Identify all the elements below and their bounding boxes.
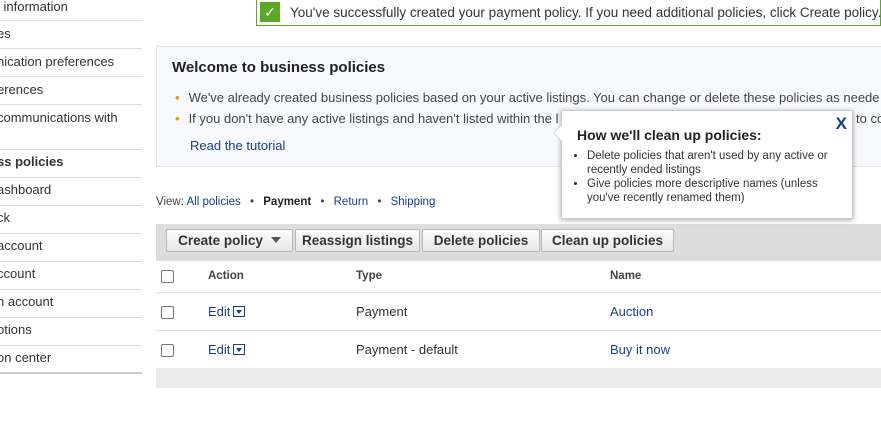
view-filter: View: All policies • Payment • Return • … xyxy=(156,196,435,208)
welcome-bullet-2-tail: to co xyxy=(856,111,881,126)
table-row: Edit Payment Auction xyxy=(156,292,881,331)
sidebar-item-dashboard[interactable]: ashboard xyxy=(0,178,142,206)
bullet-icon: • xyxy=(175,111,180,126)
close-icon[interactable]: X xyxy=(836,114,847,134)
sidebar-nav: l information es nication preferences er… xyxy=(0,0,142,374)
read-tutorial-link[interactable]: Read the tutorial xyxy=(190,138,285,153)
sidebar-item-communication-preferences[interactable]: nication preferences xyxy=(0,49,142,77)
table-header: Action Type Name xyxy=(156,261,881,293)
chevron-down-icon[interactable] xyxy=(233,344,246,355)
column-header-name: Name xyxy=(610,270,642,282)
sidebar-item-business-policies[interactable]: ss policies xyxy=(0,150,142,178)
separator: • xyxy=(320,196,325,208)
sidebar-item-communications-with[interactable]: communications with xyxy=(0,105,142,150)
separator: • xyxy=(250,196,255,208)
tooltip-list: Delete policies that aren't used by any … xyxy=(571,149,847,205)
bullet-icon: • xyxy=(175,90,180,105)
edit-action[interactable]: Edit xyxy=(208,304,246,319)
edit-action[interactable]: Edit xyxy=(208,342,246,357)
list-item: Give policies more descriptive names (un… xyxy=(587,177,847,205)
view-return-link[interactable]: Return xyxy=(334,196,369,208)
select-all-checkbox[interactable] xyxy=(161,270,174,283)
sidebar-item-account-3[interactable]: n account xyxy=(0,290,142,318)
policy-name-link[interactable]: Auction xyxy=(610,304,653,319)
view-label: View: xyxy=(156,196,184,208)
view-payment-current: Payment xyxy=(263,196,312,208)
chevron-down-icon xyxy=(270,237,281,243)
edit-link[interactable]: Edit xyxy=(208,342,230,357)
sidebar-item-feedback[interactable]: ck xyxy=(0,206,142,234)
clean-up-policies-button[interactable]: Clean up policies xyxy=(541,229,674,252)
sidebar-item-options[interactable]: otions xyxy=(0,318,142,346)
welcome-title: Welcome to business policies xyxy=(172,59,386,76)
welcome-bullet-2: • If you don't have any active listings a… xyxy=(175,111,559,126)
separator: • xyxy=(377,196,382,208)
table-row: Edit Payment - default Buy it now xyxy=(156,330,881,369)
edit-link[interactable]: Edit xyxy=(208,304,230,319)
sidebar-item-resolution-center[interactable]: on center xyxy=(0,346,142,374)
table-footer xyxy=(156,368,881,388)
success-banner: ✓ You've successfully created your payme… xyxy=(256,0,881,26)
clean-up-tooltip: X How we'll clean up policies: Delete po… xyxy=(553,110,853,219)
create-policy-button[interactable]: Create policy xyxy=(166,229,293,252)
success-message: You've successfully created your payment… xyxy=(290,5,881,20)
sidebar-item-account-1[interactable]: account xyxy=(0,234,142,262)
sidebar-item-account-2[interactable]: ccount xyxy=(0,262,142,290)
column-header-action: Action xyxy=(208,270,244,282)
delete-policies-button[interactable]: Delete policies xyxy=(422,229,540,252)
sidebar-item-addresses[interactable]: es xyxy=(0,21,142,49)
welcome-bullet-1: • We've already created business policies… xyxy=(175,90,880,105)
list-item: Delete policies that aren't used by any … xyxy=(587,149,847,177)
policy-name-link[interactable]: Buy it now xyxy=(610,342,670,357)
sidebar-item-personal-information[interactable]: l information xyxy=(0,0,142,21)
row-checkbox[interactable] xyxy=(161,306,174,319)
chevron-down-icon[interactable] xyxy=(233,306,246,317)
checkmark-icon: ✓ xyxy=(260,2,280,22)
view-all-policies-link[interactable]: All policies xyxy=(186,196,240,208)
view-shipping-link[interactable]: Shipping xyxy=(391,196,436,208)
sidebar-item-preferences[interactable]: erences xyxy=(0,77,142,105)
policy-toolbar: Create policy Reassign listings Delete p… xyxy=(156,224,881,261)
policy-type: Payment xyxy=(356,304,408,319)
row-checkbox[interactable] xyxy=(161,344,174,357)
column-header-type: Type xyxy=(356,270,382,282)
reassign-listings-button[interactable]: Reassign listings xyxy=(295,229,420,252)
tooltip-title: How we'll clean up policies: xyxy=(577,127,762,143)
policy-type: Payment - default xyxy=(356,342,458,357)
